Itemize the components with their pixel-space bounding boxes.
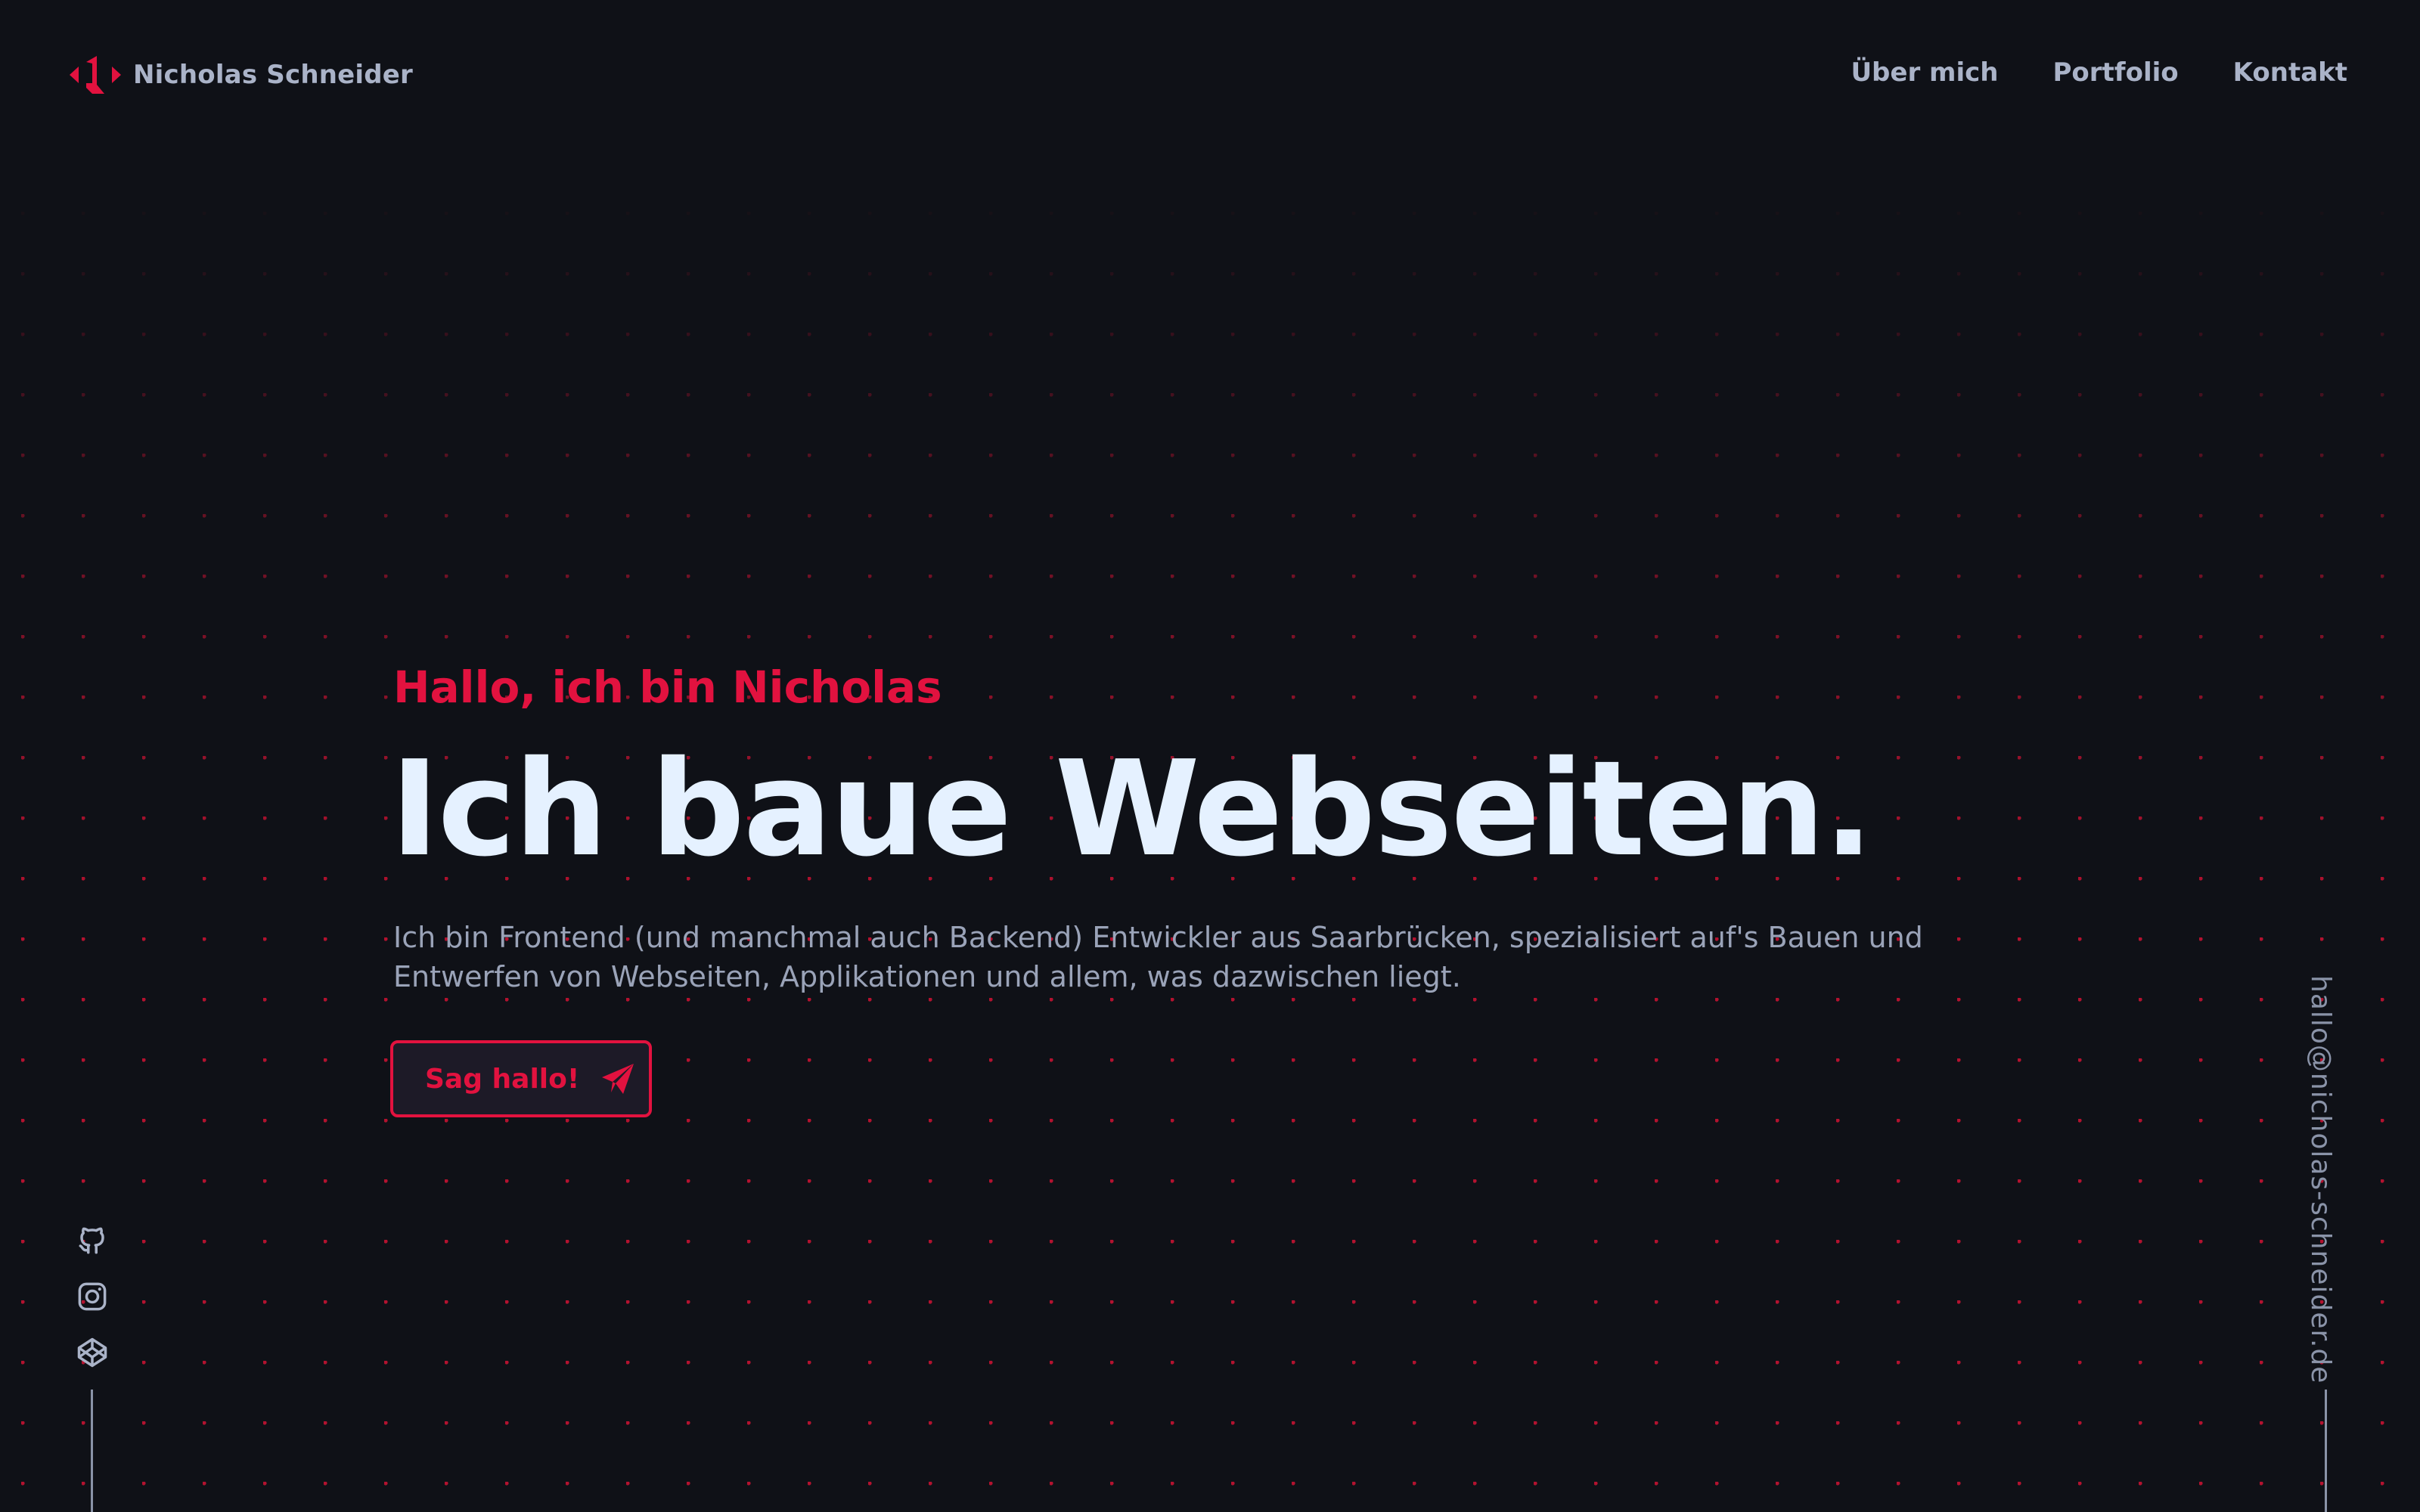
hero-intro-line-1: Ich bin Frontend (und manchmal auch Back… bbox=[393, 921, 1923, 954]
brand-logo[interactable]: Nicholas Schneider bbox=[70, 56, 413, 94]
say-hello-label: Sag hallo! bbox=[425, 1063, 580, 1095]
codepen-icon[interactable] bbox=[76, 1337, 108, 1368]
n-logo-icon bbox=[70, 56, 121, 94]
brand-name: Nicholas Schneider bbox=[133, 60, 414, 90]
hero-section: Hallo, ich bin Nicholas Ich baue Webseit… bbox=[390, 662, 2057, 1117]
email-divider-line bbox=[2325, 1390, 2327, 1512]
instagram-icon[interactable] bbox=[76, 1281, 108, 1312]
paper-plane-icon bbox=[602, 1064, 634, 1094]
nav-item-about[interactable]: Über mich bbox=[1851, 57, 1998, 88]
say-hello-button[interactable]: Sag hallo! bbox=[390, 1040, 652, 1117]
hero-greeting: Hallo, ich bin Nicholas bbox=[393, 662, 942, 713]
hero-intro: Ich bin Frontend (und manchmal auch Back… bbox=[393, 918, 1936, 996]
nav-item-contact[interactable]: Kontakt bbox=[2233, 57, 2347, 88]
main-nav: Über mich Portfolio Kontakt bbox=[1851, 57, 2347, 88]
hero-headline: Ich baue Webseiten. bbox=[390, 733, 1873, 886]
github-icon[interactable] bbox=[76, 1225, 108, 1256]
nav-item-portfolio[interactable]: Portfolio bbox=[2053, 57, 2179, 88]
page: Nicholas Schneider Über mich Portfolio K… bbox=[0, 0, 2420, 1512]
email-link[interactable]: hallo@nicholas-schneider.de bbox=[2305, 975, 2336, 1383]
hero-intro-line-2: Entwerfen von Webseiten, Applikationen u… bbox=[393, 960, 1461, 993]
social-links bbox=[76, 1225, 109, 1368]
social-divider-line bbox=[91, 1390, 93, 1512]
